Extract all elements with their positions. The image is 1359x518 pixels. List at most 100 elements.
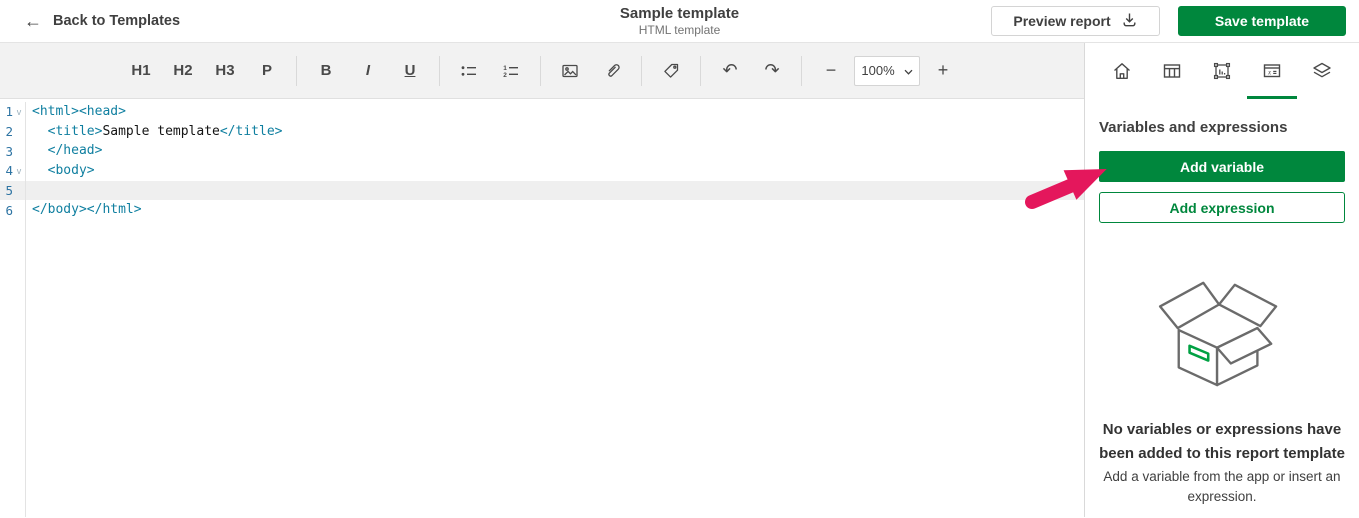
fold-icon[interactable]: v	[13, 166, 25, 176]
redo-button[interactable]: ↷	[753, 54, 791, 88]
line-number: 6	[0, 203, 13, 218]
heading3-button[interactable]: H3	[206, 54, 244, 88]
code-token: </title>	[220, 124, 283, 139]
gutter-line: 4v	[0, 161, 25, 181]
gutter-line: 1v	[0, 102, 25, 122]
code-token: </body></html>	[32, 202, 142, 217]
main-area: H1 H2 H3 P B I U	[0, 43, 1359, 517]
toolbar-separator	[540, 56, 541, 86]
svg-text:2: 2	[503, 71, 507, 78]
numbered-list-button[interactable]: 1 2	[492, 54, 530, 88]
variables-icon: x	[1260, 59, 1284, 83]
empty-box-illustration	[1148, 273, 1296, 396]
tab-layers[interactable]	[1297, 43, 1347, 99]
toolbar-separator	[700, 56, 701, 86]
undo-icon: ↶	[722, 60, 737, 81]
code-line[interactable]: </body></html>	[26, 200, 1084, 220]
preview-report-button[interactable]: Preview report	[991, 6, 1160, 36]
toolbar-separator	[439, 56, 440, 86]
zoom-in-icon: +	[938, 60, 949, 81]
zoom-level-value: 100%	[861, 63, 894, 78]
line-number: 4	[0, 163, 13, 178]
back-arrow-icon: ←	[24, 12, 42, 30]
code-token	[32, 163, 48, 178]
image-icon	[560, 61, 580, 81]
tab-charts[interactable]	[1197, 43, 1247, 99]
code-token: Sample template	[102, 124, 219, 139]
right-sidebar: x Variables and expressions Add vari	[1084, 43, 1359, 517]
heading1-button[interactable]: H1	[122, 54, 160, 88]
toolbar-separator	[641, 56, 642, 86]
line-number: 1	[0, 104, 13, 119]
zoom-out-icon: −	[826, 60, 837, 81]
paragraph-button[interactable]: P	[248, 54, 286, 88]
formatting-toolbar: H1 H2 H3 P B I U	[0, 43, 1084, 99]
preview-report-label: Preview report	[1013, 13, 1110, 29]
line-number: 3	[0, 144, 13, 159]
code-editor[interactable]: 1v234v56 <html><head> <title>Sample temp…	[0, 99, 1084, 517]
home-icon	[1110, 59, 1134, 83]
code-line[interactable]	[26, 181, 1084, 201]
gutter-line: 5	[0, 181, 25, 201]
code-token	[32, 143, 48, 158]
zoom-out-button[interactable]: −	[812, 54, 850, 88]
editor-code[interactable]: <html><head> <title>Sample template</tit…	[26, 102, 1084, 517]
sidebar-heading: Variables and expressions	[1099, 119, 1345, 136]
code-token: <html><head>	[32, 104, 126, 119]
back-to-templates-link[interactable]: ← Back to Templates	[24, 12, 180, 30]
page-subtitle: HTML template	[620, 23, 739, 37]
insert-link-button[interactable]	[593, 54, 631, 88]
editor-gutter: 1v234v56	[0, 102, 26, 517]
underline-button[interactable]: U	[391, 54, 429, 88]
report-template-editor: ← Back to Templates Sample template HTML…	[0, 0, 1359, 518]
layers-icon	[1310, 59, 1334, 83]
code-line[interactable]: <title>Sample template</title>	[26, 122, 1084, 142]
tab-variables-and-expressions[interactable]: x	[1247, 43, 1297, 99]
code-line[interactable]: <html><head>	[26, 102, 1084, 122]
insert-tag-button[interactable]	[652, 54, 690, 88]
link-icon	[602, 61, 622, 81]
page-title: Sample template	[620, 5, 739, 22]
numbered-list-icon: 1 2	[501, 61, 521, 81]
tab-tables[interactable]	[1147, 43, 1197, 99]
redo-icon: ↷	[764, 60, 779, 81]
add-expression-button[interactable]: Add expression	[1099, 192, 1345, 223]
sidebar-tabs: x	[1085, 43, 1359, 99]
back-label: Back to Templates	[53, 13, 180, 29]
download-icon	[1121, 11, 1138, 31]
italic-button[interactable]: I	[349, 54, 387, 88]
zoom-level-dropdown[interactable]: 100%	[854, 56, 920, 86]
empty-state-description: Add a variable from the app or insert an…	[1097, 467, 1347, 507]
tab-home[interactable]	[1097, 43, 1147, 99]
heading2-button[interactable]: H2	[164, 54, 202, 88]
toolbar-separator	[801, 56, 802, 86]
empty-state-title: No variables or expressions have been ad…	[1097, 418, 1347, 466]
code-token: </head>	[48, 143, 103, 158]
code-token	[32, 124, 48, 139]
code-token: <title>	[48, 124, 103, 139]
header: ← Back to Templates Sample template HTML…	[0, 0, 1359, 43]
chevron-down-icon	[904, 63, 913, 78]
code-line[interactable]: </head>	[26, 141, 1084, 161]
line-number: 5	[0, 183, 13, 198]
chart-icon	[1210, 59, 1234, 83]
insert-image-button[interactable]	[551, 54, 589, 88]
bold-button[interactable]: B	[307, 54, 345, 88]
header-actions: Preview report Save template	[991, 6, 1346, 36]
tag-icon	[661, 61, 681, 81]
gutter-line: 2	[0, 122, 25, 142]
gutter-line: 3	[0, 141, 25, 161]
undo-button[interactable]: ↶	[711, 54, 749, 88]
zoom-in-button[interactable]: +	[924, 54, 962, 88]
svg-text:x: x	[1267, 69, 1272, 77]
bullet-list-button[interactable]	[450, 54, 488, 88]
table-icon	[1160, 59, 1184, 83]
add-variable-button[interactable]: Add variable	[1099, 151, 1345, 182]
code-line[interactable]: <body>	[26, 161, 1084, 181]
code-token: <body>	[48, 163, 95, 178]
title-block: Sample template HTML template	[620, 5, 739, 37]
fold-icon[interactable]: v	[13, 107, 25, 117]
save-template-button[interactable]: Save template	[1178, 6, 1346, 36]
gutter-line: 6	[0, 200, 25, 220]
toolbar-separator	[296, 56, 297, 86]
